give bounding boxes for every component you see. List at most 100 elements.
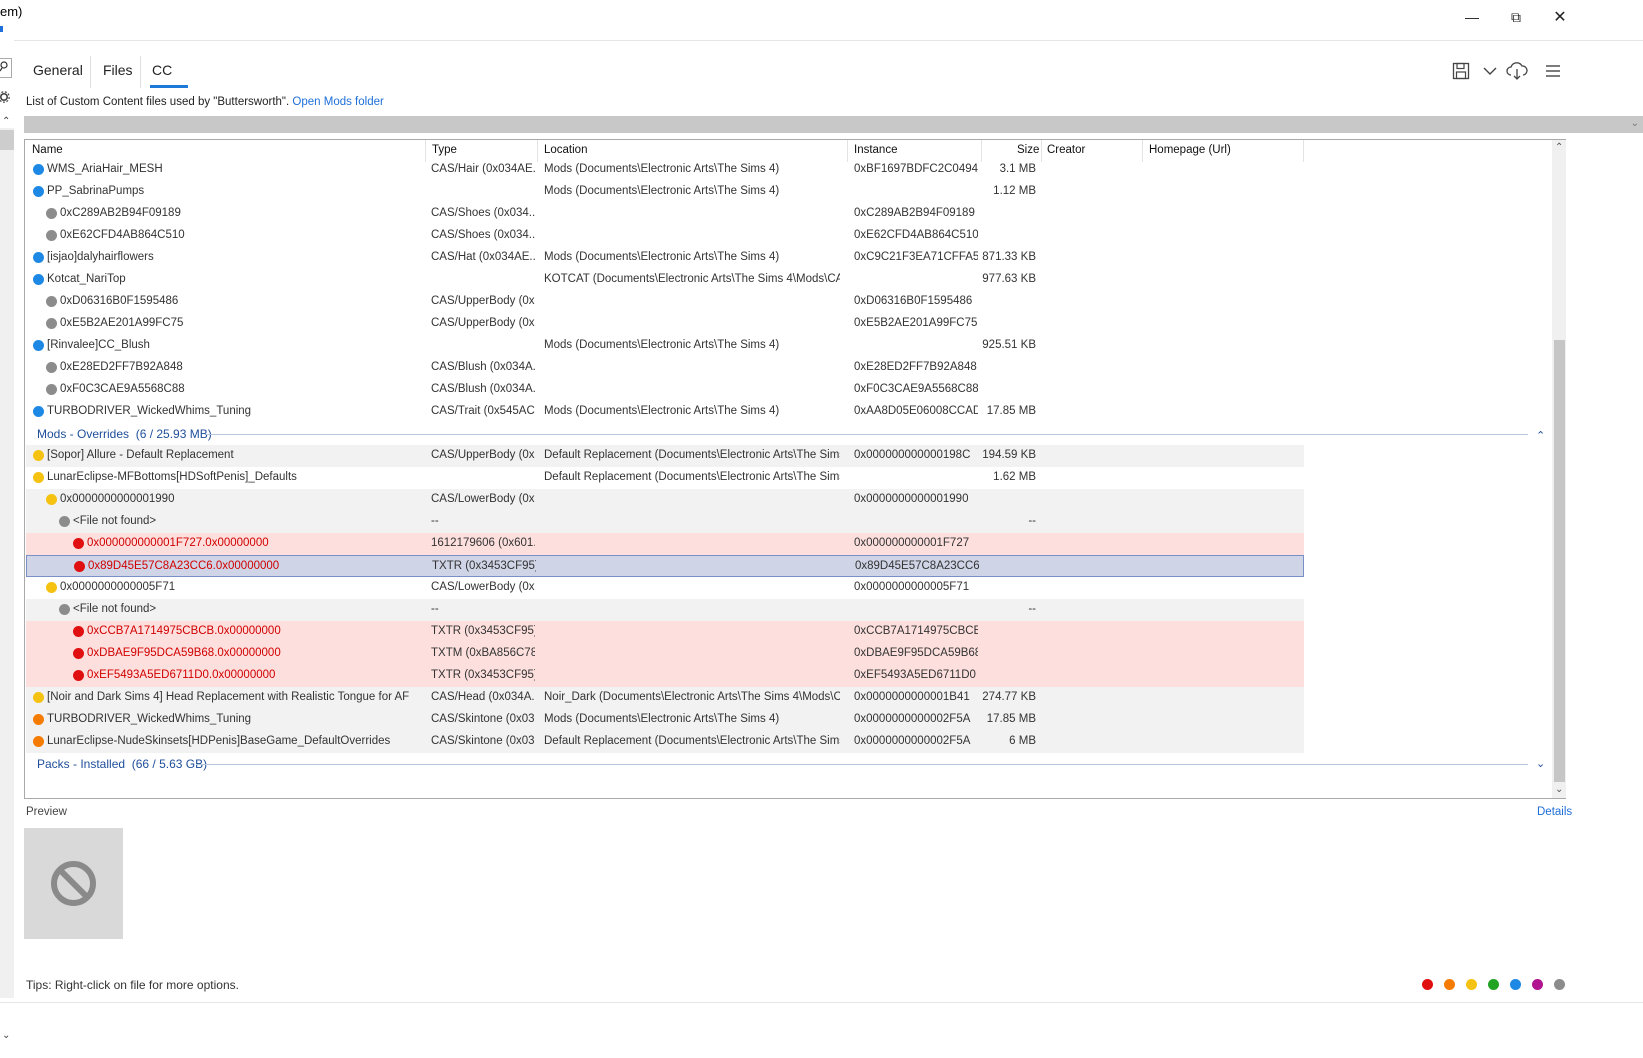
table-row[interactable]: 0xEF5493A5ED6711D0.0x00000000 TXTR (0x345… [26, 665, 1304, 687]
cell-name: 0x89D45E57C8A23CC6.0x00000000 [88, 560, 280, 572]
table-row[interactable]: 0xE5B2AE201A99FC75 CAS/UpperBody (0x... 0x… [26, 313, 1304, 335]
left-scrollbar-thumb[interactable] [0, 130, 14, 150]
chevron-down-icon[interactable]: ⌄ [1536, 757, 1545, 770]
table-row[interactable]: 0xC289AB2B94F09189 CAS/Shoes (0x034... 0xC… [26, 203, 1304, 225]
column-header-creator[interactable]: Creator [1047, 144, 1085, 156]
status-dot-icon [59, 516, 70, 527]
status-dot-icon [74, 561, 85, 572]
cell-name: Kotcat_NariTop [47, 273, 126, 285]
tab-files[interactable]: Files [99, 62, 137, 86]
table-row[interactable]: 0x0000000000001990 CAS/LowerBody (0x... 0x… [26, 489, 1304, 511]
cell-type: CAS/Blush (0x034A... [431, 383, 535, 395]
cell-size: 1.62 MB [993, 471, 1036, 483]
search-icon[interactable] [0, 58, 12, 78]
table-row[interactable]: 0xF0C3CAE9A5568C88 CAS/Blush (0x034A... 0x… [26, 379, 1304, 401]
status-dot-icon [46, 362, 57, 373]
cell-location: Mods (Documents\Electronic Arts\The Sims… [544, 251, 780, 263]
close-button[interactable]: ✕ [1537, 0, 1583, 34]
gear-icon[interactable] [0, 90, 12, 107]
chevron-down-icon[interactable]: ⌄ [1631, 118, 1639, 129]
group-mods-overrides[interactable]: Mods - Overrides (6 / 25.93 MB) [37, 427, 212, 441]
chevron-up-icon[interactable]: ⌃ [1555, 142, 1563, 153]
table-row[interactable]: TURBODRIVER_WickedWhims_Tuning CAS/Skinto… [26, 709, 1304, 731]
cell-instance: 0xC289AB2B94F09189 [854, 207, 975, 219]
table-row[interactable]: [Sopor] Allure - Default Replacement CAS/… [26, 445, 1304, 467]
status-dot-icon [46, 494, 57, 505]
cell-type: CAS/Blush (0x034A... [431, 361, 535, 373]
legend-dot-orange[interactable] [1444, 979, 1455, 990]
save-icon[interactable] [1450, 60, 1472, 82]
table-row[interactable]: <File not found> -- -- [26, 511, 1304, 533]
table-row[interactable]: 0xE28ED2FF7B92A848 CAS/Blush (0x034A... 0x… [26, 357, 1304, 379]
legend-dot-gray[interactable] [1554, 979, 1565, 990]
cell-name: 0xC289AB2B94F09189 [60, 207, 181, 219]
restore-button[interactable]: ⧉ [1493, 0, 1539, 34]
filter-bar[interactable] [24, 116, 1643, 133]
table-scrollbar-thumb[interactable] [1554, 340, 1565, 782]
cloud-download-icon[interactable] [1506, 60, 1528, 82]
cell-instance: 0xCCB7A1714975CBCB [854, 625, 978, 637]
legend-dot-purple[interactable] [1532, 979, 1543, 990]
open-mods-folder-link[interactable]: Open Mods folder [292, 96, 383, 108]
column-header-homepage[interactable]: Homepage (Url) [1149, 144, 1231, 156]
chevron-down-icon[interactable] [1479, 60, 1501, 82]
tab-divider [90, 56, 91, 88]
table-row[interactable]: 0x0000000000005F71 CAS/LowerBody (0x... 0x… [26, 577, 1304, 599]
legend-dot-yellow[interactable] [1466, 979, 1477, 990]
legend-dot-green[interactable] [1488, 979, 1499, 990]
status-dot-icon [73, 626, 84, 637]
cell-location: Mods (Documents\Electronic Arts\The Sims… [544, 713, 780, 725]
column-header-location[interactable]: Location [544, 144, 587, 156]
cell-location: Mods (Documents\Electronic Arts\The Sims… [544, 185, 780, 197]
status-dot-icon [46, 230, 57, 241]
legend-dot-blue[interactable] [1510, 979, 1521, 990]
tab-cc[interactable]: CC [148, 62, 176, 86]
cell-instance: 0xAA8D05E06008CCAD [854, 405, 978, 417]
legend-dot-red[interactable] [1422, 979, 1433, 990]
table-row[interactable]: WMS_AriaHair_MESH CAS/Hair (0x034AE... Mod… [26, 159, 1304, 181]
cell-size: 925.51 KB [982, 339, 1036, 351]
cell-instance: 0x0000000000002F5A [854, 713, 971, 725]
table-row[interactable]: 0xD06316B0F1595486 CAS/UpperBody (0x... 0x… [26, 291, 1304, 313]
status-dot-icon [33, 406, 44, 417]
table-row[interactable]: [isjao]dalyhairflowers CAS/Hat (0x034AE..… [26, 247, 1304, 269]
menu-icon[interactable] [1542, 60, 1564, 82]
column-header-type[interactable]: Type [432, 144, 457, 156]
table-row[interactable]: [Rinvalee]CC_Blush Mods (Documents\Electr… [26, 335, 1304, 357]
table-row[interactable]: 0xE62CFD4AB864C510 CAS/Shoes (0x034... 0xE… [26, 225, 1304, 247]
tab-general[interactable]: General [29, 62, 87, 86]
chevron-down-icon[interactable]: ⌄ [1555, 784, 1563, 795]
table-row[interactable]: PP_SabrinaPumps Mods (Documents\Electroni… [26, 181, 1304, 203]
status-dot-icon [33, 186, 44, 197]
details-link[interactable]: Details [1537, 806, 1572, 818]
cell-type: CAS/UpperBody (0x... [431, 295, 535, 307]
table-row[interactable]: LunarEclipse-NudeSkinsets[HDPenis]BaseGa… [26, 731, 1304, 753]
table-row[interactable]: <File not found> -- -- [26, 599, 1304, 621]
table-row[interactable]: 0xDBAE9F95DCA59B68.0x00000000 TXTM (0xBA8… [26, 643, 1304, 665]
cell-size: 17.85 MB [986, 405, 1036, 417]
column-header-name[interactable]: Name [32, 144, 63, 156]
table-row[interactable]: Kotcat_NariTop KOTCAT (Documents\Electron… [26, 269, 1304, 291]
group-packs-installed[interactable]: Packs - Installed (66 / 5.63 GB) [37, 757, 207, 771]
table-row[interactable]: LunarEclipse-MFBottoms[HDSoftPenis]_Defa… [26, 467, 1304, 489]
table-row[interactable]: TURBODRIVER_WickedWhims_Tuning CAS/Trait … [26, 401, 1304, 423]
table-row[interactable]: 0xCCB7A1714975CBCB.0x00000000 TXTR (0x345… [26, 621, 1304, 643]
cell-type: TXTR (0x3453CF95) [431, 669, 535, 681]
column-header-instance[interactable]: Instance [854, 144, 897, 156]
preview-image [24, 828, 123, 939]
status-dot-icon [33, 692, 44, 703]
column-header-size[interactable]: Size [1017, 144, 1039, 156]
status-dot-icon [33, 472, 44, 483]
table-row[interactable]: [Noir and Dark Sims 4] Head Replacement … [26, 687, 1304, 709]
table-row[interactable]: 0x89D45E57C8A23CC6.0x00000000 TXTR (0x345… [26, 555, 1304, 577]
left-scrollbar[interactable] [0, 128, 14, 998]
status-dot-icon [59, 604, 70, 615]
chevron-down-icon[interactable]: ⌄ [2, 1030, 10, 1041]
chevron-up-icon[interactable]: ⌃ [2, 116, 10, 127]
minimize-button[interactable]: — [1449, 0, 1495, 34]
table-row[interactable]: 0x000000000001F727.0x00000000 1612179606 … [26, 533, 1304, 555]
cell-size: 274.77 KB [982, 691, 1036, 703]
chevron-up-icon[interactable]: ⌃ [1536, 429, 1545, 442]
cell-type: CAS/UpperBody (0x... [431, 317, 535, 329]
cell-name: LunarEclipse-NudeSkinsets[HDPenis]BaseGa… [47, 735, 391, 747]
